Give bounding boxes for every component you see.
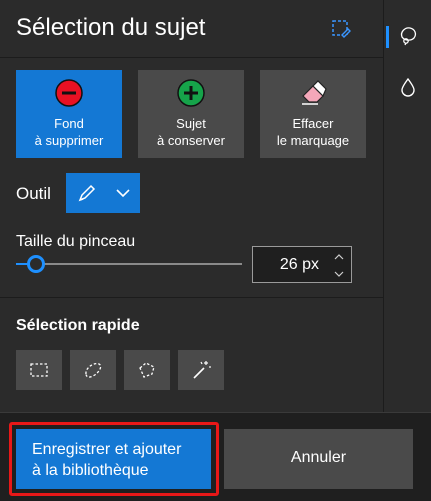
subject-keep-button[interactable]: Sujet à conserver: [138, 70, 244, 158]
page-title: Sélection du sujet: [16, 14, 206, 41]
section-divider: [0, 297, 383, 298]
droplet-icon: [401, 77, 415, 97]
erase-marking-label: Effacer le marquage: [276, 116, 350, 148]
polygon-lasso-icon: [139, 362, 155, 378]
brush-size-value: 26 px: [279, 256, 319, 273]
mask-edit-icon[interactable]: [330, 18, 352, 40]
cancel-button[interactable]: Annuler: [224, 429, 413, 489]
subject-selection-icon: [400, 27, 417, 46]
minus-circle-icon: [54, 78, 84, 108]
chevron-down-icon[interactable]: [333, 267, 345, 279]
subject-keep-label: Sujet à conserver: [157, 116, 225, 148]
slider-thumb[interactable]: [27, 255, 45, 273]
erase-marking-button[interactable]: Effacer le marquage: [260, 70, 366, 158]
rail-active-indicator: [386, 26, 389, 48]
brush-size-label: Taille du pinceau: [16, 233, 136, 250]
marking-mode-group: Fond à supprimer Sujet à conserver Effac…: [16, 70, 366, 158]
pen-icon: [76, 182, 98, 204]
quick-selection-title: Sélection rapide: [16, 317, 140, 334]
slider-track: [16, 263, 242, 265]
rail-item-color[interactable]: [384, 64, 431, 110]
plus-circle-icon: [176, 78, 206, 108]
tool-label: Outil: [16, 184, 51, 203]
rectangle-select-button[interactable]: [16, 350, 62, 390]
brush-size-stepper[interactable]: 26 px: [252, 246, 352, 283]
tool-dropdown[interactable]: [66, 173, 140, 213]
chevron-up-icon[interactable]: [333, 250, 345, 262]
cancel-label: Annuler: [290, 449, 347, 466]
panel-header: Sélection du sujet: [0, 0, 383, 58]
magic-wand-button[interactable]: [178, 350, 224, 390]
magic-wand-icon: [193, 361, 211, 379]
eraser-icon: [298, 78, 328, 108]
lasso-select-icon: [85, 362, 102, 378]
rail-item-subject-selection[interactable]: [384, 12, 431, 58]
rectangle-select-icon: [30, 363, 48, 377]
brush-size-slider[interactable]: [16, 253, 242, 275]
chevron-down-icon: [114, 184, 132, 202]
lasso-select-button[interactable]: [70, 350, 116, 390]
save-and-add-button[interactable]: Enregistrer et ajouter à la bibliothèque: [16, 429, 211, 489]
background-remove-button[interactable]: Fond à supprimer: [16, 70, 122, 158]
background-remove-label: Fond à supprimer: [34, 116, 104, 148]
polygon-lasso-button[interactable]: [124, 350, 170, 390]
footer-bar: Enregistrer et ajouter à la bibliothèque…: [0, 412, 431, 501]
save-and-add-label: Enregistrer et ajouter à la bibliothèque: [32, 441, 182, 479]
